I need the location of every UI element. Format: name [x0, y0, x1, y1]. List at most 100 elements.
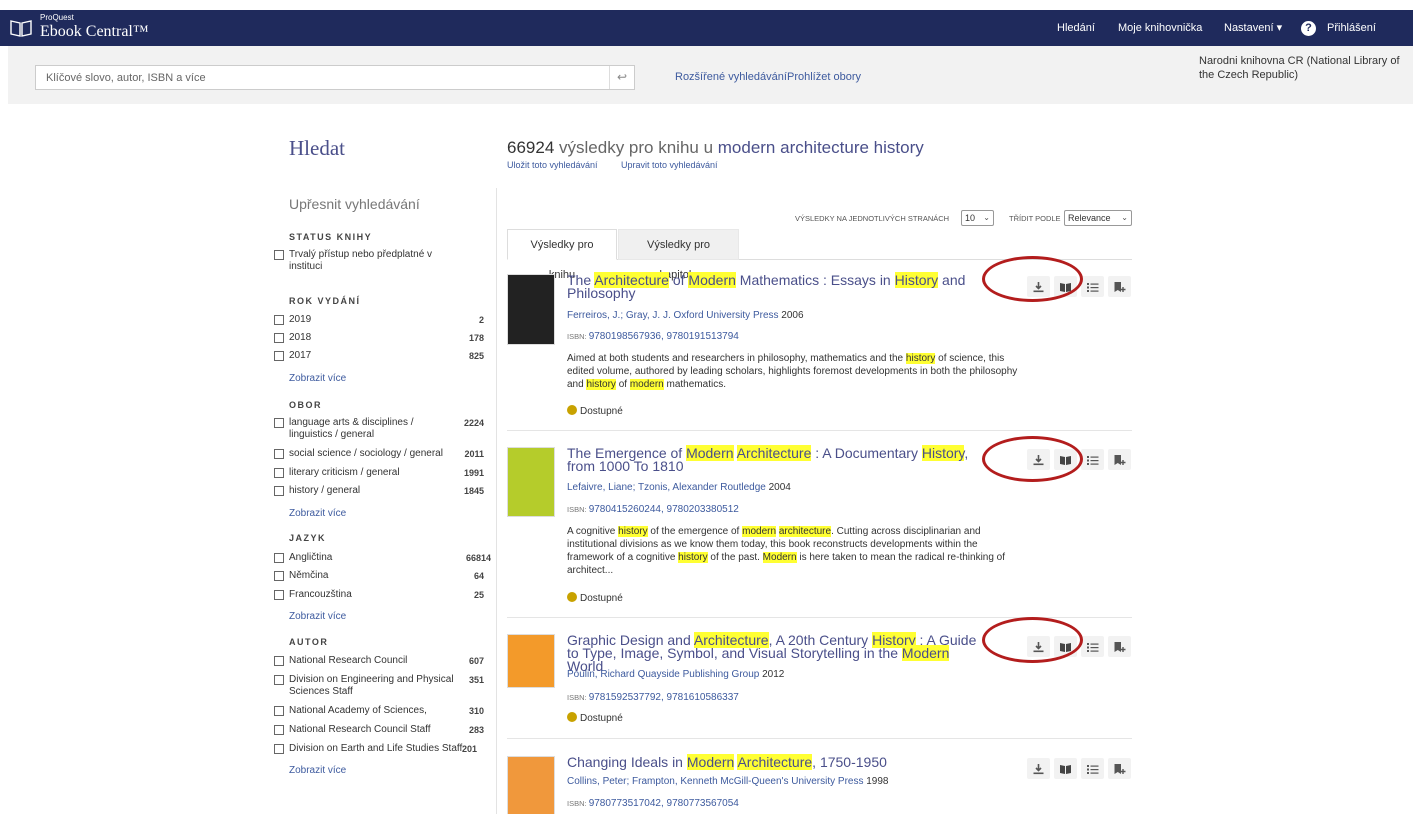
result-description: Aimed at both students and researchers i…: [567, 352, 1027, 391]
facet-label: history / general: [289, 485, 361, 496]
facet-label: Trvalý přístup nebo předplatné v institu…: [289, 249, 433, 272]
list-button[interactable]: [1081, 276, 1104, 297]
result-isbn: ISBN: 9780198567936, 9780191513794: [567, 331, 739, 342]
download-button[interactable]: [1027, 758, 1050, 779]
checkbox[interactable]: [274, 706, 284, 716]
checkbox[interactable]: [274, 656, 284, 666]
book-cover-image[interactable]: [507, 634, 555, 688]
facet-count: 178: [468, 333, 484, 343]
checkbox[interactable]: [274, 315, 284, 325]
authors-publisher[interactable]: Lefaivre, Liane; Tzonis, Alexander Routl…: [567, 482, 769, 493]
list-button[interactable]: [1081, 636, 1104, 657]
facet-item-author[interactable]: Division on Engineering and Physical Sci…: [274, 674, 489, 700]
book-cover-image[interactable]: [507, 756, 555, 814]
list-button[interactable]: [1081, 449, 1104, 470]
isbn-value[interactable]: 9781592537792, 9781610586337: [589, 692, 739, 703]
checkbox[interactable]: [274, 351, 284, 361]
text-part: : A Documentary: [811, 445, 922, 461]
add-to-shelf-button[interactable]: [1108, 636, 1131, 657]
facet-count: 2: [478, 315, 484, 325]
show-more-author[interactable]: Zobrazit více: [289, 765, 346, 776]
help-icon[interactable]: ?: [1301, 21, 1316, 36]
checkbox[interactable]: [274, 744, 284, 754]
isbn-value[interactable]: 9780198567936, 9780191513794: [589, 331, 739, 342]
authors-publisher[interactable]: Ferreiros, J.; Gray, J. J. Oxford Univer…: [567, 310, 781, 321]
enter-icon[interactable]: ↩: [609, 66, 634, 89]
add-to-shelf-icon: [1114, 282, 1126, 292]
top-navbar: ProQuest Ebook Central™ Hledání Moje kni…: [0, 10, 1413, 46]
result-isbn: ISBN: 9780415260244, 9780203380512: [567, 504, 739, 515]
availability-status: Dostupné: [567, 405, 623, 417]
nav-settings[interactable]: Nastavení ▾: [1224, 10, 1282, 46]
list-button[interactable]: [1081, 758, 1104, 779]
checkbox[interactable]: [274, 571, 284, 581]
logo-ebook-central[interactable]: Ebook Central™: [40, 22, 149, 42]
save-search-link[interactable]: Uložit toto vyhledávání: [507, 160, 598, 170]
checkbox[interactable]: [274, 250, 284, 260]
show-more-subject[interactable]: Zobrazit více: [289, 508, 346, 519]
checkbox[interactable]: [274, 333, 284, 343]
checkbox[interactable]: [274, 725, 284, 735]
advanced-search-link[interactable]: Rozšířené vyhledávání: [675, 71, 787, 83]
column-divider: [496, 188, 497, 814]
facet-count: 64: [473, 571, 484, 581]
authors-publisher[interactable]: Collins, Peter; Frampton, Kenneth McGill…: [567, 776, 866, 787]
nav-search[interactable]: Hledání: [1057, 10, 1095, 46]
results-text: výsledky pro knihu u: [554, 138, 718, 157]
tab-chapter-results[interactable]: Výsledky pro kapitolu: [618, 229, 739, 281]
text-part: Mathematics : Essays in: [735, 272, 895, 288]
highlight-term: Modern: [686, 445, 734, 461]
highlight-term: history: [678, 552, 708, 563]
highlight-term: history: [586, 379, 616, 390]
highlight-term: History: [921, 445, 965, 461]
nav-login[interactable]: Přihlášení: [1327, 10, 1376, 46]
checkbox[interactable]: [274, 468, 284, 478]
read-book-button[interactable]: [1054, 758, 1077, 779]
tab-book-results[interactable]: Výsledky pro knihu: [507, 229, 617, 281]
authors-publisher[interactable]: Poulin, Richard Quayside Publishing Grou…: [567, 669, 762, 680]
facet-count: 66814: [465, 553, 491, 563]
availability-dot-icon: [567, 592, 577, 602]
search-input[interactable]: [36, 66, 601, 89]
book-cover-image[interactable]: [507, 447, 555, 517]
add-to-shelf-button[interactable]: [1108, 758, 1131, 779]
publication-year: 2004: [768, 482, 791, 493]
facet-count: 201: [461, 744, 477, 754]
show-more-language[interactable]: Zobrazit více: [289, 611, 346, 622]
isbn-value[interactable]: 9780415260244, 9780203380512: [589, 504, 739, 515]
checkbox[interactable]: [274, 418, 284, 428]
sort-select[interactable]: Relevance ⌄: [1064, 210, 1132, 226]
checkbox[interactable]: [274, 590, 284, 600]
checkbox[interactable]: [274, 675, 284, 685]
result-authors[interactable]: Lefaivre, Liane; Tzonis, Alexander Routl…: [567, 482, 791, 493]
library-name: Narodni knihovna CR (National Library of…: [1199, 55, 1400, 81]
list-icon: [1087, 283, 1099, 292]
result-title-link[interactable]: Graphic Design and Architecture, A 20th …: [567, 632, 987, 673]
result-authors[interactable]: Collins, Peter; Frampton, Kenneth McGill…: [567, 776, 889, 787]
show-more-year[interactable]: Zobrazit více: [289, 373, 346, 384]
result-title-link[interactable]: The Emergence of Modern Architecture : A…: [567, 445, 987, 473]
nav-bookshelf[interactable]: Moje knihovnička: [1118, 10, 1202, 46]
browse-subjects-link[interactable]: Prohlížet obory: [787, 71, 861, 83]
add-to-shelf-button[interactable]: [1108, 449, 1131, 470]
highlight-term: history: [618, 526, 648, 537]
result-title-link[interactable]: Changing Ideals in Modern Architecture, …: [567, 754, 987, 770]
result-title-link[interactable]: The Architecture of Modern Mathematics :…: [567, 272, 987, 300]
facet-item-subject[interactable]: language arts & disciplines / linguistic…: [274, 417, 489, 443]
book-cover-image[interactable]: [507, 274, 555, 345]
checkbox[interactable]: [274, 449, 284, 459]
facet-label: National Research Council: [289, 655, 408, 666]
isbn-value[interactable]: 9780773517042, 9780773567054: [589, 798, 739, 809]
highlight-term: Modern: [762, 552, 797, 563]
per-page-select[interactable]: 10 ⌄: [961, 210, 994, 226]
result-authors[interactable]: Ferreiros, J.; Gray, J. J. Oxford Univer…: [567, 310, 804, 321]
result-isbn: ISBN: 9780773517042, 9780773567054: [567, 798, 739, 809]
facet-item-access[interactable]: Trvalý přístup nebo předplatné v institu…: [274, 249, 489, 275]
add-to-shelf-button[interactable]: [1108, 276, 1131, 297]
annotation-circle: [982, 436, 1083, 482]
availability-status: Dostupné: [567, 592, 623, 604]
result-authors[interactable]: Poulin, Richard Quayside Publishing Grou…: [567, 669, 784, 680]
checkbox[interactable]: [274, 486, 284, 496]
edit-search-link[interactable]: Upravit toto vyhledávání: [621, 160, 718, 170]
checkbox[interactable]: [274, 553, 284, 563]
